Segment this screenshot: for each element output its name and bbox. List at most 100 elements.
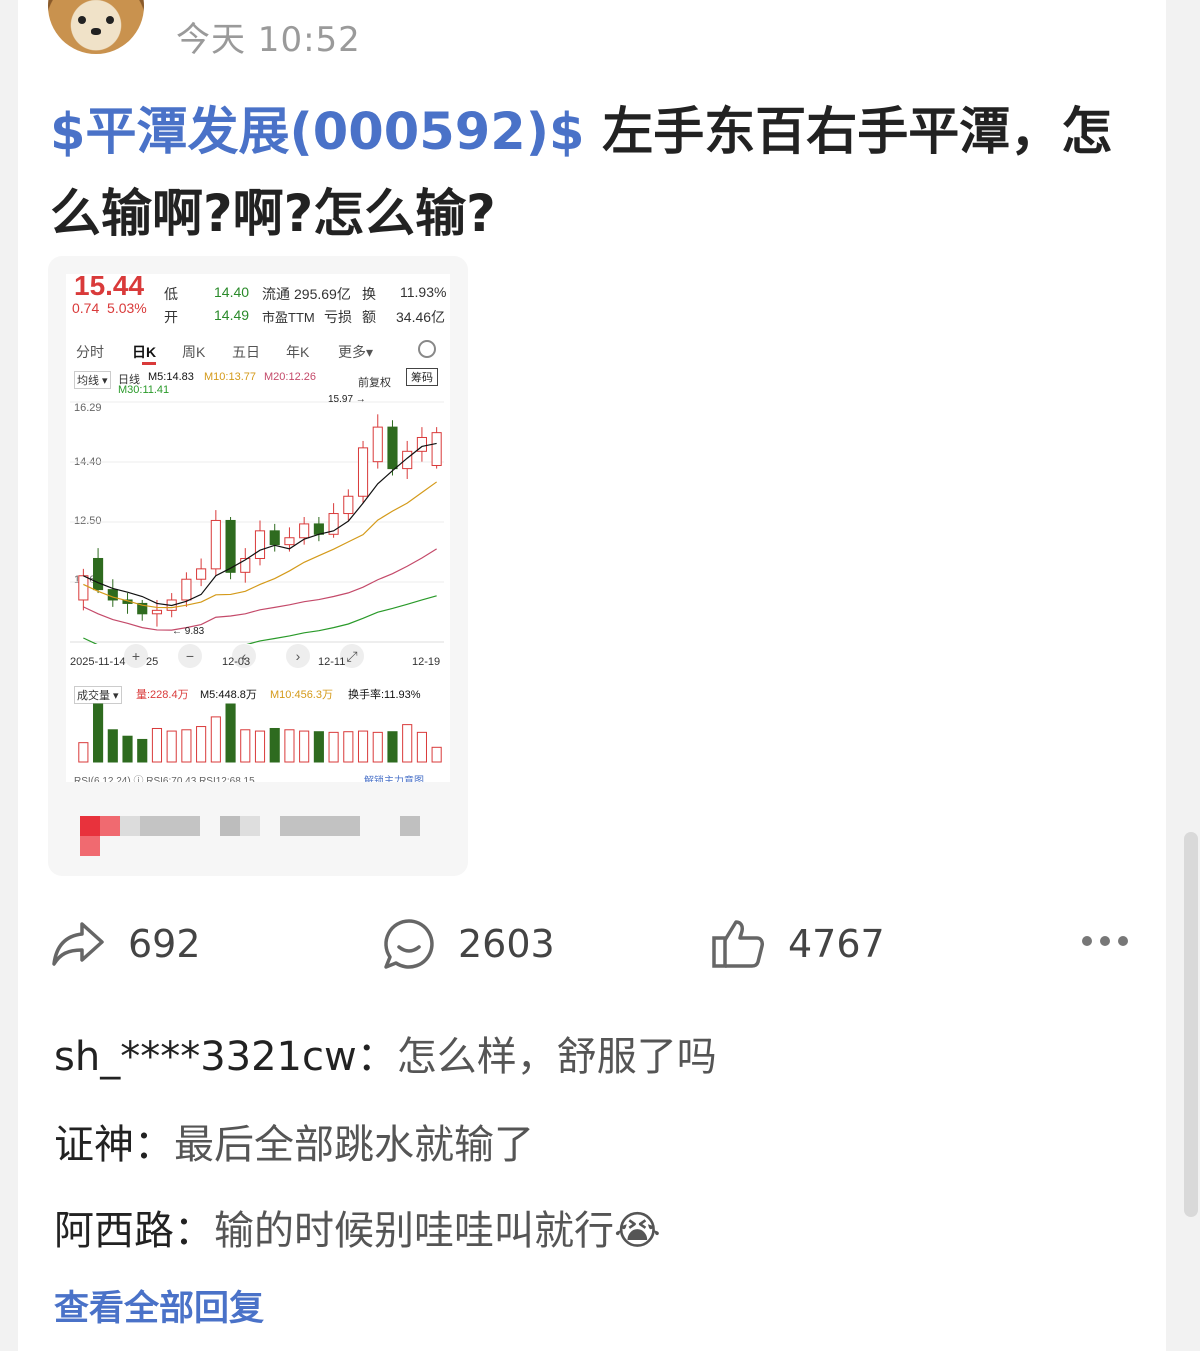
ma-type-select[interactable]: 均线 ▾ bbox=[74, 371, 111, 389]
volume-bar bbox=[284, 729, 295, 763]
amount-label: 额 bbox=[362, 309, 376, 325]
volume-bar bbox=[431, 746, 442, 763]
candle-body bbox=[372, 426, 383, 463]
volume-bar bbox=[372, 731, 383, 763]
ma5-value: M5:14.83 bbox=[148, 371, 194, 383]
volume-bar bbox=[210, 716, 221, 763]
amount-value: 34.46亿 bbox=[396, 309, 446, 325]
tab-daily-k[interactable]: 日K bbox=[132, 342, 156, 362]
volume-bar bbox=[402, 724, 413, 763]
date-label: 2025-11-14 bbox=[70, 656, 126, 668]
turnover-label: 换 bbox=[362, 286, 376, 302]
open-label: 开 bbox=[164, 309, 178, 325]
volume-bar bbox=[299, 730, 310, 763]
comment-item[interactable]: 阿西路：输的时候别哇哇叫就行😭 bbox=[54, 1198, 661, 1256]
volume-bar bbox=[416, 731, 427, 763]
turnover-value: 11.93% bbox=[400, 284, 447, 300]
comment-button[interactable]: 2603 bbox=[382, 918, 555, 970]
tab-five-day[interactable]: 五日 bbox=[232, 342, 260, 362]
open-value: 14.49 bbox=[214, 307, 250, 323]
low-value: 14.40 bbox=[214, 284, 250, 300]
tab-more[interactable]: 更多▾ bbox=[338, 342, 373, 362]
stock-link[interactable]: $平潭发展(000592)$ bbox=[50, 103, 585, 162]
comment-author[interactable]: sh_****3321cw： bbox=[54, 1034, 397, 1080]
stock-chart-screenshot: 15.44 0.74 5.03% 低 14.40 开 14.49 流通 295.… bbox=[66, 274, 450, 782]
attached-image[interactable]: 15.44 0.74 5.03% 低 14.40 开 14.49 流通 295.… bbox=[48, 256, 468, 876]
avatar-nose bbox=[91, 28, 101, 35]
post-body: $平潭发展(000592)$ 左手东百右手平潭，怎么输啊?啊?怎么输? bbox=[50, 92, 1140, 256]
quote-price: 15.44 bbox=[74, 274, 145, 301]
volume-bar bbox=[166, 730, 177, 763]
volume-bar bbox=[387, 731, 398, 763]
candle-body bbox=[313, 523, 324, 535]
volume-bar bbox=[254, 730, 266, 763]
like-button[interactable]: 4767 bbox=[710, 918, 885, 970]
candle-body bbox=[299, 523, 310, 539]
comment-author[interactable]: 证神： bbox=[54, 1122, 174, 1168]
comment-icon bbox=[384, 919, 434, 969]
rsi-unlock-link[interactable]: 解锁主力意图 bbox=[364, 772, 424, 782]
candle-body bbox=[284, 537, 295, 546]
share-icon bbox=[52, 922, 104, 966]
chevron-right-icon[interactable]: › bbox=[286, 644, 310, 668]
scrollbar[interactable] bbox=[1184, 832, 1198, 1217]
float-label: 流通 bbox=[262, 286, 290, 302]
candlestick-chart bbox=[70, 401, 444, 644]
candle-body bbox=[343, 495, 354, 515]
tab-yearly-k[interactable]: 年K bbox=[286, 342, 309, 362]
ma10-value: M10:13.77 bbox=[204, 371, 256, 383]
candle-body bbox=[357, 447, 369, 497]
volume-bar bbox=[357, 730, 369, 763]
rsi-row: RSI(6,12,24) ⓘ RSI6:70.43 RSI12:68.15 bbox=[74, 776, 255, 782]
candle-body bbox=[402, 450, 413, 470]
like-count: 4767 bbox=[788, 922, 885, 966]
volume-bar bbox=[269, 727, 280, 763]
ma20-value: M20:12.26 bbox=[264, 371, 316, 383]
active-tab-indicator bbox=[142, 362, 156, 365]
float-value: 295.69亿 bbox=[294, 286, 351, 302]
thumbs-up-icon bbox=[712, 920, 764, 968]
post-time: 今天 10:52 bbox=[176, 20, 361, 60]
volume-bar bbox=[151, 727, 163, 763]
volume-bar bbox=[240, 729, 251, 763]
pe-value: 亏损 bbox=[324, 309, 352, 325]
volume-bar bbox=[328, 731, 339, 763]
volume-bar bbox=[137, 738, 148, 763]
adjust-label[interactable]: 前复权 bbox=[358, 374, 391, 390]
volume-bar bbox=[313, 731, 324, 763]
comment-count: 2603 bbox=[458, 922, 555, 966]
comment-author[interactable]: 阿西路： bbox=[54, 1208, 214, 1254]
share-button[interactable]: 692 bbox=[50, 918, 201, 970]
candle-body bbox=[431, 432, 442, 466]
candle-body bbox=[210, 519, 221, 570]
chip-distribution-button[interactable]: 筹码 bbox=[406, 368, 438, 386]
volume-bar bbox=[78, 742, 89, 763]
date-label: 12-19 bbox=[412, 656, 441, 668]
volume-bar bbox=[107, 729, 118, 763]
candle-body bbox=[240, 557, 251, 573]
settings-icon[interactable] bbox=[418, 340, 436, 358]
date-label: 25 bbox=[146, 656, 159, 668]
comment-item[interactable]: 证神：最后全部跳水就输了 bbox=[54, 1112, 534, 1170]
volume-bar bbox=[343, 731, 354, 763]
high-marker: 15.97 → bbox=[328, 394, 366, 405]
candle-body bbox=[181, 578, 192, 601]
pe-label: 市盈TTM bbox=[262, 310, 315, 325]
view-all-replies-link[interactable]: 查看全部回复 bbox=[54, 1280, 264, 1331]
candle-body bbox=[196, 568, 207, 580]
more-options-icon[interactable] bbox=[1082, 936, 1128, 946]
zoom-in-icon[interactable]: + bbox=[124, 644, 148, 668]
candle-body bbox=[93, 557, 104, 591]
volume-bar bbox=[196, 726, 207, 763]
tab-intraday[interactable]: 分时 bbox=[76, 342, 104, 362]
volume-bar bbox=[225, 703, 236, 763]
comment-text: 怎么样，舒服了吗 bbox=[396, 1034, 717, 1080]
candle-body bbox=[78, 575, 89, 601]
candle-body bbox=[269, 530, 280, 546]
volume-bar bbox=[181, 729, 192, 763]
comment-item[interactable]: sh_****3321cw：怎么样，舒服了吗 bbox=[54, 1024, 717, 1082]
candle-body bbox=[387, 426, 398, 470]
tab-weekly-k[interactable]: 周K bbox=[182, 342, 205, 362]
zoom-out-icon[interactable]: − bbox=[178, 644, 202, 668]
quote-change: 0.74 5.03% bbox=[72, 300, 147, 316]
